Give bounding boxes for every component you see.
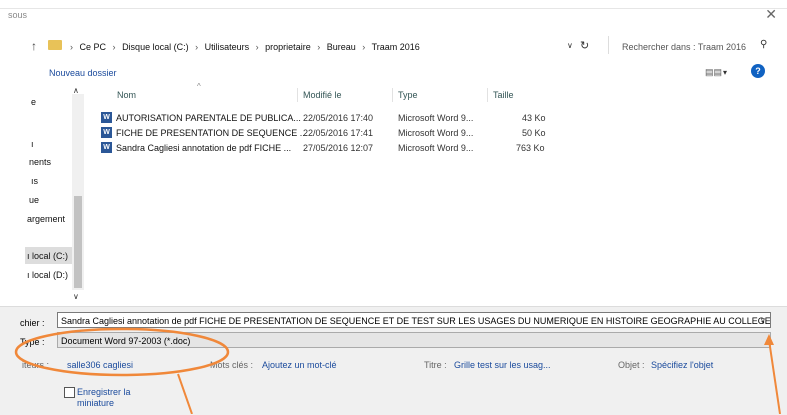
annotation-arrow-head bbox=[764, 334, 774, 345]
annotation-ellipse bbox=[14, 327, 230, 377]
annotation-overlay bbox=[14, 327, 781, 414]
annotation-arrow-line bbox=[768, 339, 781, 414]
annotation-arrow-line bbox=[177, 373, 193, 414]
